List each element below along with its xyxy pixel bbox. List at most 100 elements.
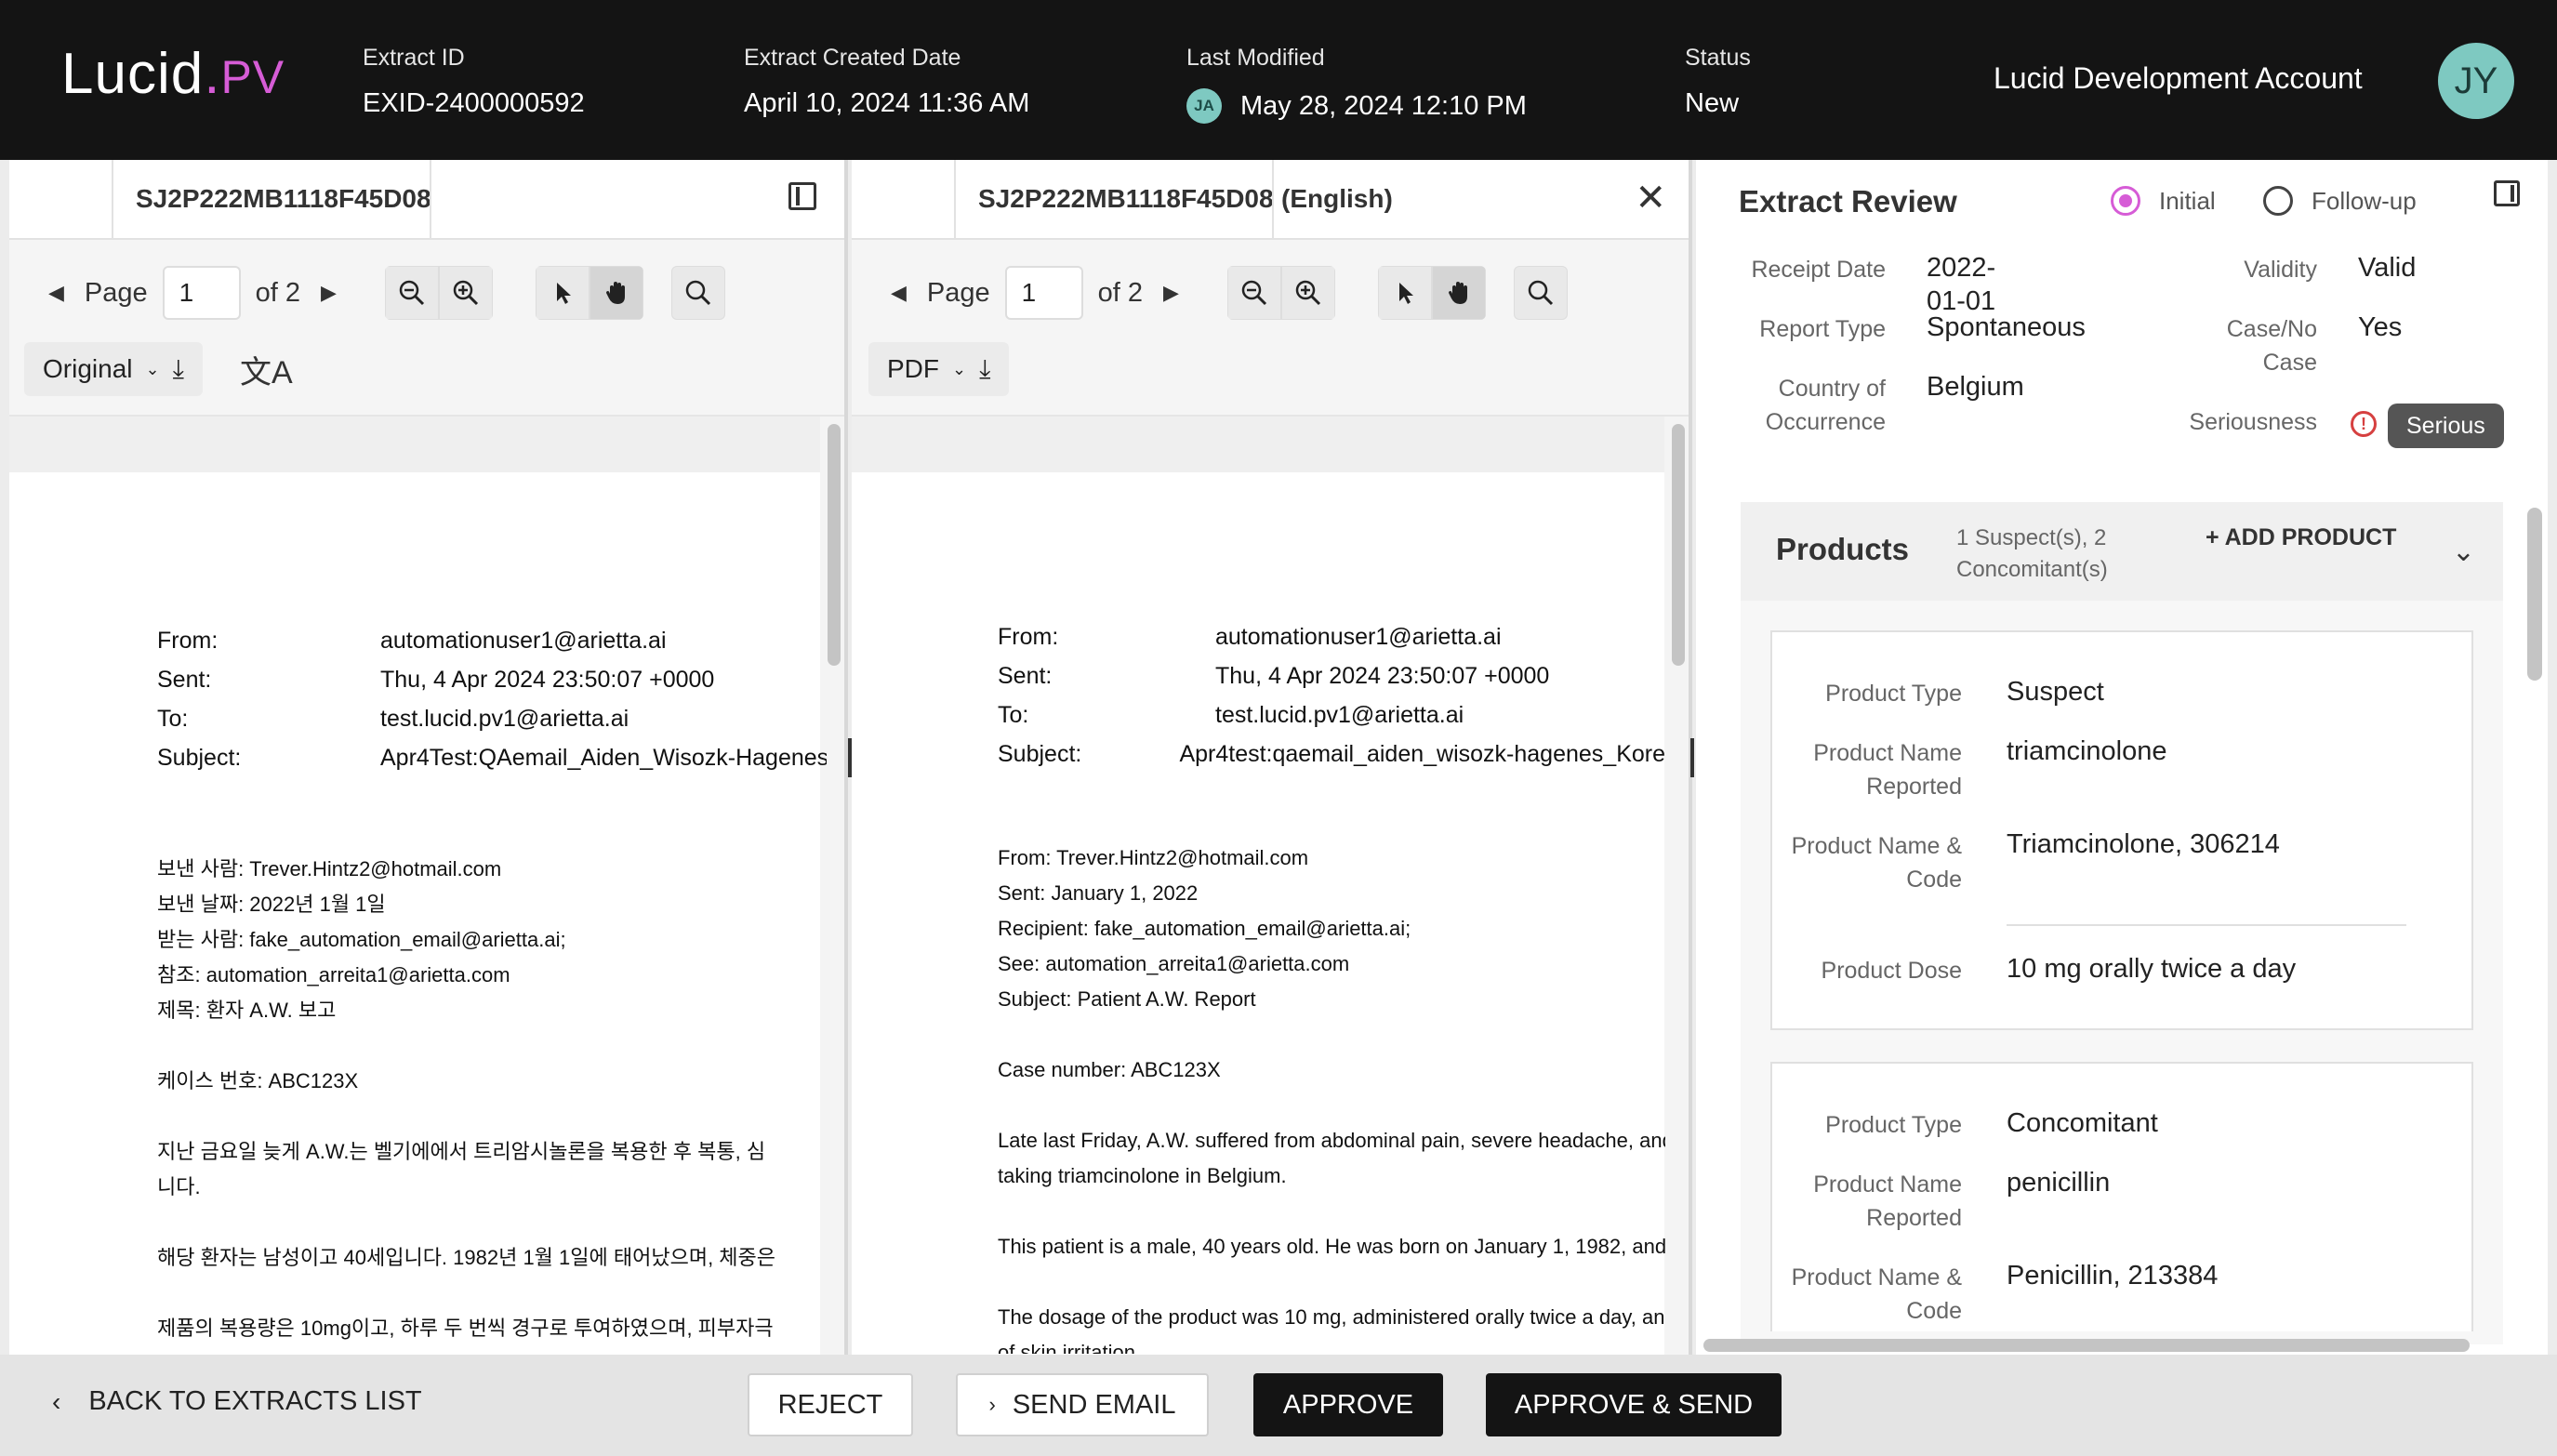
product-card: Product Type Suspect Product Name Report… xyxy=(1770,630,2473,1030)
search-icon[interactable] xyxy=(1513,266,1568,320)
original-email-body: 보낸 사람: Trever.Hintz2@hotmail.com 보낸 날짜: … xyxy=(157,857,776,1340)
radio-unselected-icon xyxy=(2263,186,2293,216)
document-scrollbar[interactable] xyxy=(1672,424,1685,666)
translated-email-body: From: Trever.Hintz2@hotmail.com Sent: Ja… xyxy=(998,846,1665,1354)
product-code-value[interactable]: Penicillin, 213384 xyxy=(2007,1259,2218,1292)
seriousness-label: Seriousness xyxy=(2189,409,2317,435)
chevron-left-icon: ‹ xyxy=(52,1386,61,1416)
pan-hand-icon[interactable] xyxy=(1431,266,1486,320)
user-avatar[interactable]: JY xyxy=(2438,43,2514,119)
product-code-value[interactable]: Triamcinolone, 306214 xyxy=(2007,827,2280,861)
product-name-value[interactable]: penicillin xyxy=(2007,1166,2110,1199)
status-field: Status New xyxy=(1685,45,1751,119)
pan-hand-icon[interactable] xyxy=(589,266,643,320)
tab-stub[interactable] xyxy=(852,160,956,240)
prev-page-icon[interactable]: ◀ xyxy=(28,281,85,305)
product-type-label: Product Type xyxy=(1825,681,1962,707)
radio-initial[interactable]: Initial xyxy=(2111,186,2216,216)
zoom-out-icon[interactable] xyxy=(384,266,439,320)
search-icon[interactable] xyxy=(670,266,725,320)
tab-stub[interactable] xyxy=(9,160,113,240)
last-modified-value: May 28, 2024 12:10 PM xyxy=(1240,90,1527,121)
review-horizontal-scrollbar[interactable] xyxy=(1703,1339,2470,1352)
sidebar-toggle-icon[interactable] xyxy=(788,182,816,210)
radio-selected-icon xyxy=(2111,186,2140,216)
products-summary: 1 Suspect(s), 2 Concomitant(s) xyxy=(1956,525,2108,582)
extract-review-title: Extract Review xyxy=(1739,184,1957,218)
created-date-label: Extract Created Date xyxy=(744,45,961,71)
product-card: Product Type Concomitant Product Name Re… xyxy=(1770,1062,2473,1331)
reject-button[interactable]: REJECT xyxy=(748,1373,913,1436)
modified-by-avatar: JA xyxy=(1186,88,1222,124)
prev-page-icon[interactable]: ◀ xyxy=(870,281,927,305)
page-number-input[interactable]: 1 xyxy=(1004,266,1083,320)
translate-icon[interactable]: 文A xyxy=(240,347,293,392)
status-label: Status xyxy=(1685,45,1751,71)
original-toolbar: ◀ Page 1 of 2 ▶ Original ⌄ ⤓ 文A xyxy=(9,240,844,417)
action-footer: ‹ BACK TO EXTRACTS LIST REJECT › SEND EMAI… xyxy=(0,1355,2557,1456)
report-type-value[interactable]: Spontaneous xyxy=(1927,311,2086,344)
add-product-button[interactable]: + ADD PRODUCT xyxy=(2206,524,2396,551)
chevron-right-icon: › xyxy=(988,1393,996,1416)
approve-and-send-button[interactable]: APPROVE & SEND xyxy=(1486,1373,1782,1436)
translation-language: (English) xyxy=(1281,184,1393,213)
case-label: Case/No xyxy=(2226,316,2317,342)
next-page-icon[interactable]: ▶ xyxy=(1143,281,1199,305)
zoom-out-icon[interactable] xyxy=(1226,266,1281,320)
download-icon[interactable]: ⤓ xyxy=(979,354,990,385)
product-name-value[interactable]: triamcinolone xyxy=(2007,735,2166,768)
page-number-input[interactable]: 1 xyxy=(162,266,241,320)
products-section-header[interactable]: Products 1 Suspect(s), 2 Concomitant(s) … xyxy=(1741,502,2503,601)
extract-id-label: Extract ID xyxy=(363,45,465,71)
translated-email-header: From: automationuser1@arietta.ai Sent: Thu… xyxy=(998,624,1665,767)
account-name[interactable]: Lucid Development Account xyxy=(1994,61,2363,96)
original-document-tab[interactable]: SJ2P222MB1118F45D08 xyxy=(136,184,439,214)
product-dose-value[interactable]: 10 mg orally twice a day xyxy=(2007,952,2296,986)
panel-toggle-icon[interactable] xyxy=(2494,180,2520,206)
seriousness-badge[interactable]: Serious xyxy=(2388,404,2504,448)
report-type-label: Report Type xyxy=(1759,316,1886,342)
zoom-in-icon[interactable] xyxy=(438,266,493,320)
next-page-icon[interactable]: ▶ xyxy=(300,281,357,305)
country-value[interactable]: Belgium xyxy=(1927,370,2024,404)
close-icon[interactable]: ✕ xyxy=(1635,177,1666,219)
original-tabbar: SJ2P222MB1118F45D08 xyxy=(9,160,844,240)
back-to-extracts-link[interactable]: ‹ BACK TO EXTRACTS LIST xyxy=(52,1386,422,1417)
select-pointer-icon[interactable] xyxy=(1377,266,1432,320)
select-pointer-icon[interactable] xyxy=(535,266,590,320)
translated-document-tab[interactable]: SJ2P222MB1118F45D08 xyxy=(978,184,1281,214)
approve-button[interactable]: APPROVE xyxy=(1253,1373,1443,1436)
page-count: of 2 xyxy=(255,277,301,308)
chevron-down-icon[interactable]: ⌄ xyxy=(2452,536,2475,568)
zoom-in-icon[interactable] xyxy=(1280,266,1335,320)
receipt-date-label: Receipt Date xyxy=(1751,257,1886,283)
translated-tabbar: SJ2P222MB1118F45D08 (English) ✕ xyxy=(852,160,1689,240)
original-email-header: From: automationuser1@arietta.ai Sent: Thu… xyxy=(157,628,827,771)
format-select[interactable]: PDF ⌄ ⤓ xyxy=(868,342,1010,396)
document-scrollbar[interactable] xyxy=(828,424,841,666)
product-type-value[interactable]: Concomitant xyxy=(2007,1106,2158,1140)
app-logo[interactable]: Lucid.PV xyxy=(61,41,285,107)
warning-icon: ! xyxy=(2351,411,2377,437)
review-vertical-scrollbar[interactable] xyxy=(2527,508,2542,681)
created-date-value: April 10, 2024 11:36 AM xyxy=(744,88,1030,118)
products-title: Products xyxy=(1776,532,1910,566)
case-value[interactable]: Yes xyxy=(2358,311,2402,344)
view-mode-select[interactable]: Original ⌄ ⤓ xyxy=(24,342,203,396)
extract-id-field: Extract ID EXID-2400000592 xyxy=(363,45,585,119)
send-email-button[interactable]: › SEND EMAIL xyxy=(956,1373,1209,1436)
translated-toolbar: ◀ Page 1 of 2 ▶ PDF ⌄ ⤓ xyxy=(852,240,1689,417)
validity-value[interactable]: Valid xyxy=(2358,251,2416,285)
page-label: Page xyxy=(84,277,148,308)
download-icon[interactable]: ⤓ xyxy=(173,354,184,385)
chevron-down-icon: ⌄ xyxy=(145,359,160,378)
panel-resize-handle[interactable] xyxy=(1690,738,1694,777)
radio-follow-up[interactable]: Follow-up xyxy=(2263,186,2417,216)
chevron-down-icon: ⌄ xyxy=(952,359,967,378)
product-type-value[interactable]: Suspect xyxy=(2007,675,2104,708)
product-type-label: Product Type xyxy=(1825,1112,1962,1138)
extract-id-value: EXID-2400000592 xyxy=(363,88,585,118)
created-date-field: Extract Created Date April 10, 2024 11:3… xyxy=(744,45,1029,119)
receipt-date-value[interactable]: 2022-01-01 xyxy=(1927,251,1995,318)
validity-label: Validity xyxy=(2244,257,2317,283)
